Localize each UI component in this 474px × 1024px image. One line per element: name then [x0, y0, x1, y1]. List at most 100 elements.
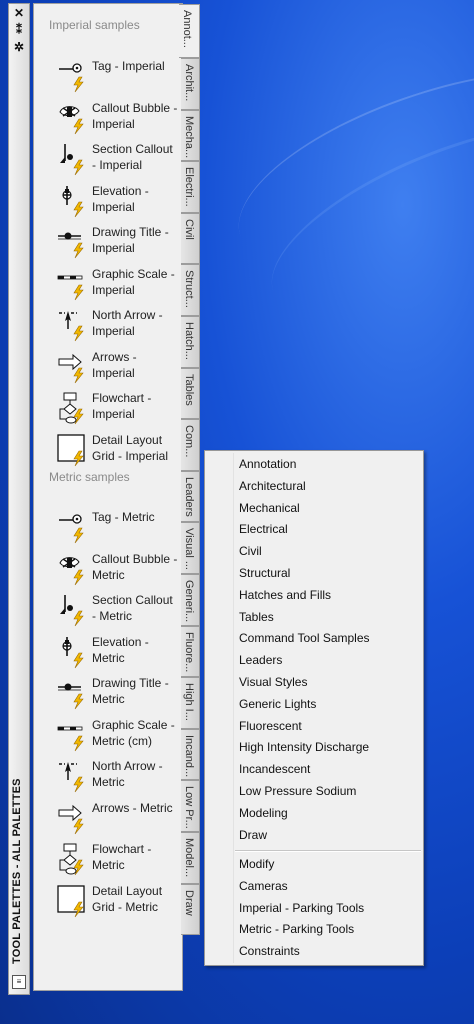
tab-mecha[interactable]: Mecha... [181, 109, 200, 162]
menu-item[interactable]: Architectural [239, 479, 306, 493]
tool-item[interactable]: Drawing Title - Imperial [54, 224, 182, 264]
menu-item[interactable]: Annotation [239, 457, 296, 471]
tab-model[interactable]: Model... [181, 832, 200, 884]
tool-item[interactable]: Callout Bubble - Imperial [54, 100, 182, 140]
tool-item[interactable]: Detail Layout Grid - Metric [54, 883, 182, 923]
tag-icon [57, 511, 89, 544]
tool-item[interactable]: Flowchart - Imperial [54, 390, 182, 430]
menu-item[interactable]: Metric - Parking Tools [239, 922, 354, 936]
tab-label: Annot... [181, 10, 193, 48]
tool-item[interactable]: North Arrow - Metric [54, 758, 182, 798]
tool-item[interactable]: Graphic Scale - Metric (cm) [54, 717, 182, 757]
menu-item[interactable]: Civil [239, 544, 262, 558]
tab-low-pr[interactable]: Low Pr... [181, 780, 200, 832]
menu-item[interactable]: Mechanical [239, 501, 300, 515]
tag-icon [57, 60, 89, 93]
tab-label: High I... [183, 683, 195, 722]
drawing-title-icon [57, 677, 89, 710]
tool-item[interactable]: Elevation - Metric [54, 634, 182, 674]
tool-label: Arrows - Metric [92, 800, 173, 815]
tool-item[interactable]: Tag - Imperial [54, 58, 182, 98]
menu-item[interactable]: Draw [239, 828, 267, 842]
tool-label: Detail Layout Grid - Metric [92, 883, 163, 914]
menu-item[interactable]: Constraints [239, 944, 300, 958]
callout-bubble-icon [57, 102, 89, 134]
menu-gutter [233, 453, 234, 963]
tab-civil[interactable]: Civil [181, 212, 200, 265]
menu-item[interactable]: Visual Styles [239, 675, 307, 689]
tool-label: Tag - Metric [92, 510, 155, 524]
palette-title: TOOL PALETTES - ALL PALETTES [11, 778, 23, 964]
menu-item[interactable]: Tables [239, 610, 274, 624]
menu-item[interactable]: Modeling [239, 806, 288, 820]
tool-item[interactable]: Section Callout - Imperial [54, 141, 182, 181]
close-icon[interactable]: ✕ [12, 6, 26, 20]
section-header-metric: Metric samples [49, 470, 130, 484]
tab-fluore[interactable]: Fluore... [181, 625, 200, 678]
menu-item[interactable]: Modify [239, 857, 274, 871]
tool-label: Section Callout - Imperial [92, 142, 173, 172]
tool-label: Drawing Title - Imperial [92, 225, 169, 255]
menu-item[interactable]: Electrical [239, 522, 288, 536]
drawing-title-icon [57, 226, 89, 259]
menu-item[interactable]: Low Pressure Sodium [239, 784, 356, 798]
tool-item[interactable]: Callout Bubble - Metric [54, 551, 182, 591]
palette-titlebar[interactable]: ✕ ⁑ ✲ TOOL PALETTES - ALL PALETTES ≡ [8, 3, 30, 995]
tool-item[interactable]: North Arrow - Imperial [54, 307, 182, 347]
callout-bubble-icon [57, 553, 89, 585]
section-callout-icon [57, 143, 89, 176]
tool-item[interactable]: Section Callout - Metric [54, 592, 182, 632]
properties-icon[interactable]: ✲ [12, 40, 26, 54]
tool-label: Drawing Title - Metric [92, 676, 169, 706]
tab-incand[interactable]: Incand... [181, 728, 200, 781]
menu-item[interactable]: Fluorescent [239, 719, 302, 733]
menu-item[interactable]: Incandescent [239, 762, 310, 776]
menu-item[interactable]: High Intensity Discharge [239, 740, 369, 754]
tab-archit[interactable]: Archit... [181, 58, 200, 110]
tab-draw[interactable]: Draw [181, 883, 200, 936]
detail-layout-grid-icon [57, 433, 89, 466]
tool-item[interactable]: Drawing Title - Metric [54, 675, 182, 715]
properties-menu-icon[interactable]: ≡ [12, 975, 26, 989]
tab-label: Model... [183, 838, 195, 878]
menu-item[interactable]: Cameras [239, 879, 288, 893]
tab-struct[interactable]: Struct... [181, 264, 200, 316]
tab-visual[interactable]: Visual ... [181, 522, 200, 574]
tab-electri[interactable]: Electri... [181, 161, 200, 213]
section-callout-icon [57, 594, 89, 627]
section-header-imperial: Imperial samples [49, 18, 140, 32]
auto-hide-icon[interactable]: ⁑ [12, 23, 26, 37]
tab-annot[interactable]: Annot... [179, 4, 200, 58]
tool-item[interactable]: Arrows - Imperial [54, 349, 182, 389]
tab-label: Com... [183, 425, 195, 458]
tool-item[interactable]: Elevation - Imperial [54, 183, 182, 223]
tool-item[interactable]: Graphic Scale - Imperial [54, 266, 182, 306]
north-arrow-icon [57, 309, 89, 342]
tab-label: Incand... [183, 734, 195, 777]
menu-item[interactable]: Structural [239, 566, 290, 580]
tool-label: Detail Layout Grid - Imperial [92, 432, 169, 463]
tool-item[interactable]: Arrows - Metric [54, 800, 182, 840]
tool-palette: Imperial samples Tag - Imperial Callout B… [33, 3, 183, 991]
tab-leaders[interactable]: Leaders [181, 470, 200, 523]
tab-high-i[interactable]: High I... [181, 677, 200, 729]
tool-item[interactable]: Detail Layout Grid - Imperial [54, 432, 182, 472]
tab-com[interactable]: Com... [181, 419, 200, 471]
menu-item[interactable]: Imperial - Parking Tools [239, 901, 364, 915]
tool-item[interactable]: Tag - Metric [54, 509, 182, 549]
tab-tables[interactable]: Tables [181, 367, 200, 420]
tab-label: Mecha... [183, 115, 195, 158]
tool-label: Elevation - Metric [92, 634, 149, 665]
tool-label: Tag - Imperial [92, 59, 165, 73]
menu-separator [235, 850, 421, 852]
tab-label: Fluore... [183, 631, 195, 672]
menu-item[interactable]: Generic Lights [239, 697, 316, 711]
arrow-icon [57, 351, 89, 383]
tool-label: Flowchart - Imperial [92, 391, 152, 421]
menu-item[interactable]: Hatches and Fills [239, 588, 331, 602]
menu-item[interactable]: Command Tool Samples [239, 631, 370, 645]
menu-item[interactable]: Leaders [239, 653, 282, 667]
tab-hatch[interactable]: Hatch... [181, 316, 200, 368]
tool-item[interactable]: Flowchart - Metric [54, 841, 182, 881]
tab-generi[interactable]: Generi... [181, 574, 200, 626]
